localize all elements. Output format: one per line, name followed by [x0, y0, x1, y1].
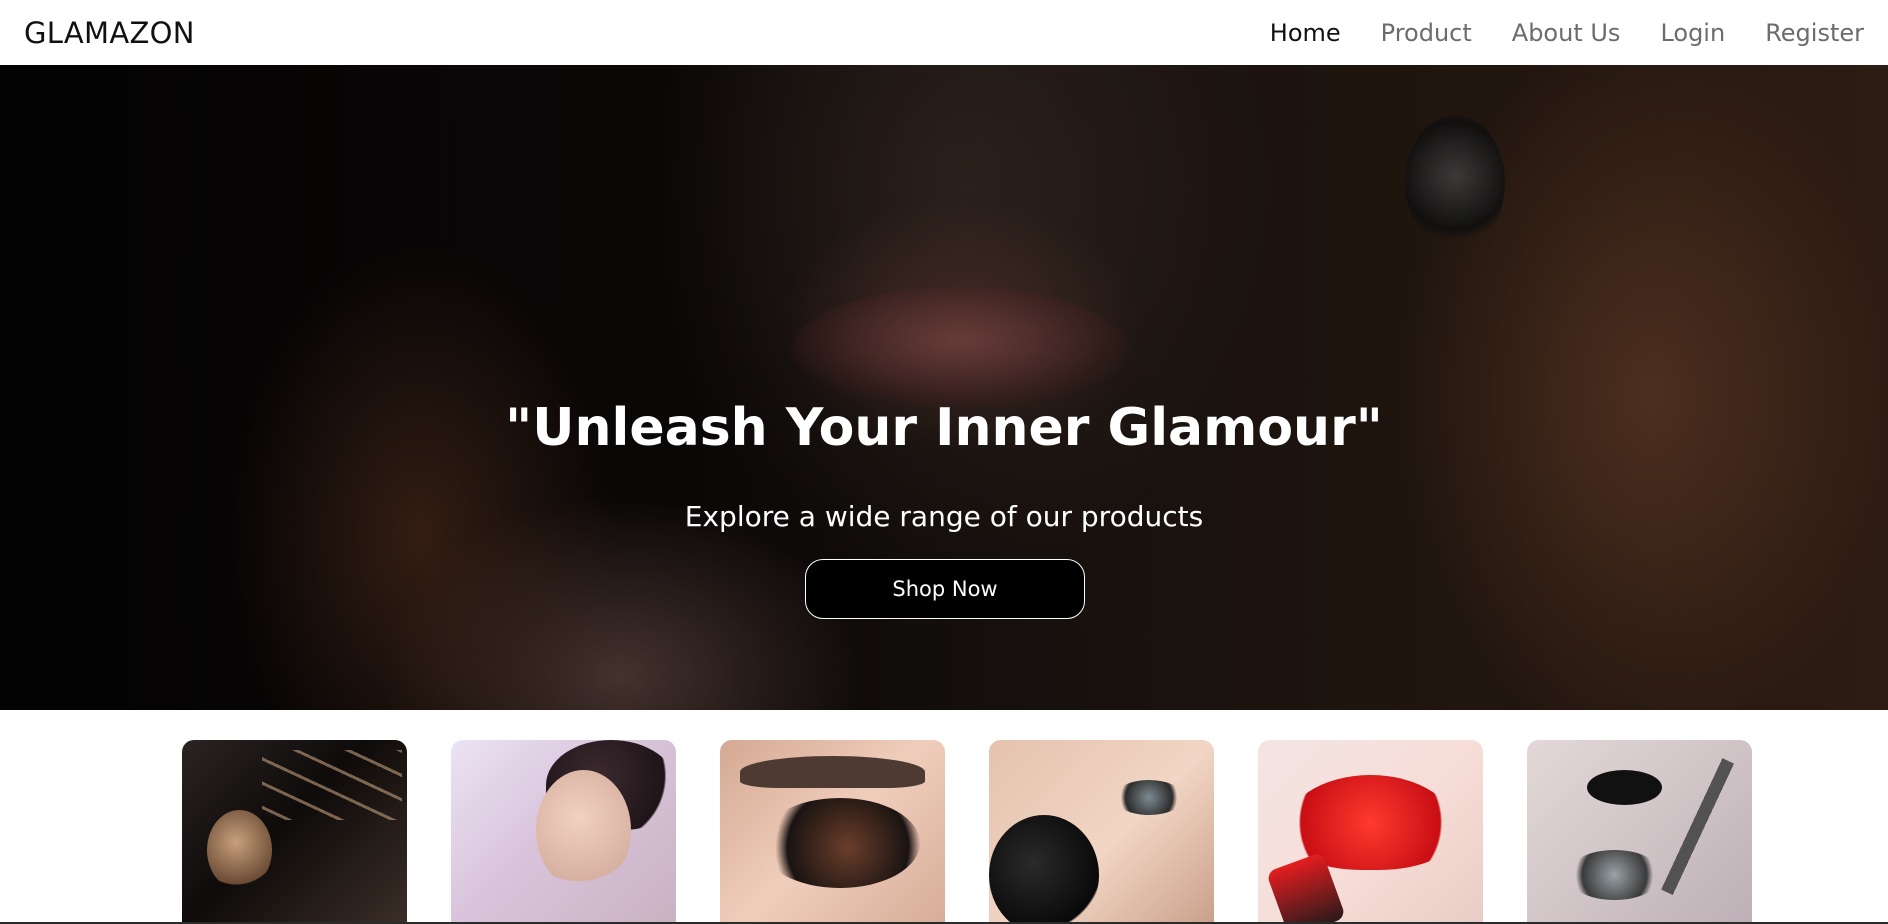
category-cards	[0, 740, 1888, 924]
blush-brush	[989, 815, 1099, 924]
eyebrow	[740, 756, 925, 788]
nav-product-link[interactable]: Product	[1381, 19, 1472, 47]
smoky-eyeshadow	[760, 798, 920, 888]
nav-about-us-link[interactable]: About Us	[1512, 19, 1621, 47]
brand-logo[interactable]: GLAMAZON	[24, 16, 195, 50]
makeup-brushes-image	[207, 810, 272, 890]
brow-brush	[1587, 770, 1662, 805]
nav-register-link[interactable]: Register	[1765, 19, 1864, 47]
category-card-blush-brush-image[interactable]	[989, 740, 1214, 924]
hero-subtitle: Explore a wide range of our products	[684, 500, 1204, 533]
top-navbar: GLAMAZON Home Product About Us Login Reg…	[0, 0, 1888, 65]
hero-banner: "Unleash Your Inner Glamour" Explore a w…	[0, 65, 1888, 710]
eye-detail	[1567, 850, 1662, 900]
brush-handles	[262, 750, 402, 820]
eye-detail	[1114, 780, 1184, 815]
nav-home-link[interactable]: Home	[1270, 19, 1341, 47]
category-card-brow-tools-image[interactable]	[1527, 740, 1752, 924]
nav-login-link[interactable]: Login	[1660, 19, 1725, 47]
category-card-model-portrait-image[interactable]	[451, 740, 676, 924]
shop-now-button[interactable]: Shop Now	[805, 559, 1085, 619]
category-card-brushes-image[interactable]	[182, 740, 407, 924]
hero-content: "Unleash Your Inner Glamour" Explore a w…	[0, 65, 1888, 710]
nav-links: Home Product About Us Login Register	[1270, 19, 1864, 47]
category-card-lipstick-image[interactable]	[1258, 740, 1483, 924]
hero-title: "Unleash Your Inner Glamour"	[505, 398, 1383, 458]
model-face	[536, 770, 631, 890]
category-card-eye-makeup-image[interactable]	[720, 740, 945, 924]
